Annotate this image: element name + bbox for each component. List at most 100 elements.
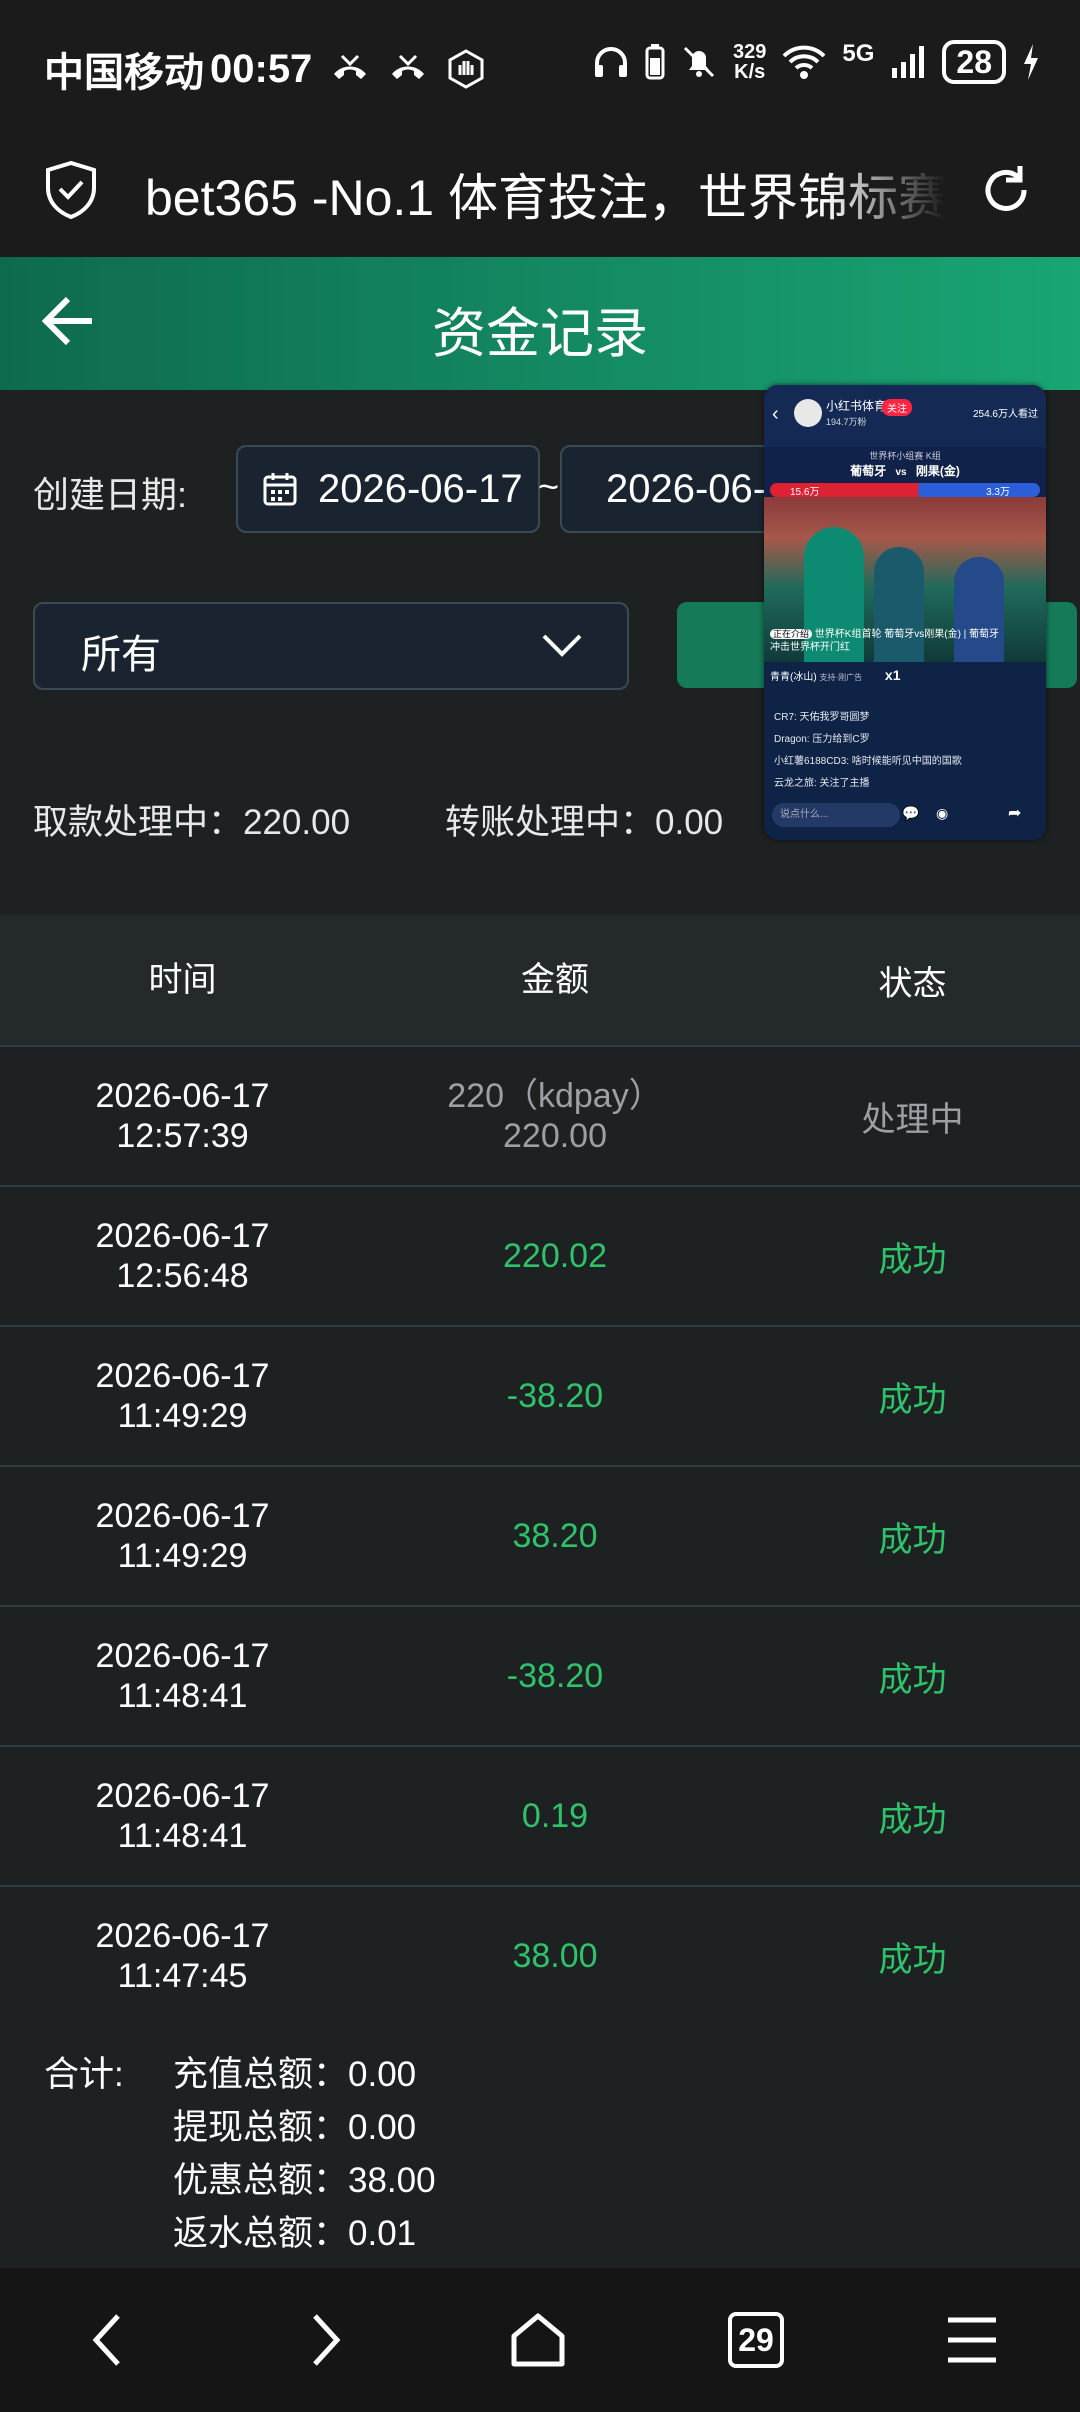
floating-video-window[interactable]: ‹ 小红书体育 194.7万粉 关注 254.6万人看过 世界杯小组赛 K组 葡… [764,385,1046,840]
row-time: 11:49:29 [117,1537,248,1575]
transfer-pending: 转账处理中：0.00 [445,803,724,842]
column-header-time: 时间 [148,961,217,999]
row-datetime: 2026-06-17 12:56:48 [0,1216,365,1296]
carrier-label: 中国移动 [44,51,204,95]
row-amount-value: 220（kdpay） [447,1077,663,1115]
row-time: 11:47:45 [117,1957,248,1995]
chevron-down-icon [542,634,582,657]
table-row[interactable]: 2026-06-17 12:57:39 220（kdpay） 220.00 处理中 [0,1047,1080,1187]
vs-label: vs [895,467,907,478]
team-b-votes: 3.3万 [986,487,1010,498]
team-a: 葡萄牙 [850,464,887,478]
video-caption: 正在介绍 世界杯K组首轮 葡萄牙vs刚果(金) | 葡萄牙冲击世界杯开门红 [770,628,1000,654]
back-icon[interactable] [88,2310,128,2370]
charging-icon [1024,44,1038,80]
row-datetime: 2026-06-17 11:48:41 [0,1776,365,1856]
row-datetime: 2026-06-17 11:49:29 [0,1356,365,1436]
page-header: 资金记录 [0,257,1080,390]
missed-call-icon [334,54,367,79]
totals-section: 合计: 充值总额：0.00 提现总额：0.00 优惠总额：38.00 返水总额：… [0,2022,1080,2268]
tabs-button[interactable]: 29 [728,2312,784,2368]
row-time: 12:57:39 [116,1117,249,1155]
row-datetime: 2026-06-17 11:47:45 [0,1916,365,1996]
row-datetime: 2026-06-17 11:48:41 [0,1636,365,1716]
team-b: 刚果(金) [915,464,960,478]
match-teams: 葡萄牙 vs 刚果(金) [764,462,1046,479]
row-time: 12:56:48 [116,1257,249,1295]
row-status: 成功 [878,1240,947,1279]
table-row[interactable]: 2026-06-17 11:48:41 0.19 成功 [0,1747,1080,1887]
match-info-bar: 世界杯小组赛 K组 葡萄牙 vs 刚果(金) 15.6万 3.3万 [764,447,1046,498]
comment-list: CR7: 天佑我罗哥圆梦 Dragon: 压力给到C罗 小红薯6188CD3: … [774,707,962,795]
row-date: 2026-06-17 [95,1777,270,1815]
bonus-total: 优惠总额：38.00 [173,2161,436,2200]
records-table: 时间 金额 状态 2026-06-17 12:57:39 220（kdpay） 220… [0,915,1080,2027]
network-speed: 329 K/s [733,42,766,82]
comment-item: CR7: 天佑我罗哥圆梦 [774,712,870,723]
share-icon[interactable]: ➦ [1008,803,1021,823]
shield-check-icon[interactable] [44,160,98,220]
row-status: 成功 [878,1940,947,1979]
row-amount-value: 220.02 [503,1237,607,1275]
comment-item: Dragon: 压力给到C罗 [774,734,870,745]
start-date-field[interactable]: 2026-06-17 [236,445,540,533]
row-datetime: 2026-06-17 11:49:29 [0,1496,365,1576]
table-row[interactable]: 2026-06-17 11:47:45 38.00 成功 [0,1887,1080,2027]
clock: 00:57 [210,46,313,91]
gift-icon[interactable]: ◉ [936,805,948,822]
table-row[interactable]: 2026-06-17 12:56:48 220.02 成功 [0,1187,1080,1327]
comment-item: 小红薯6188CD3: 啥时候能听见中国的国歌 [774,756,962,767]
battery-small-icon [645,44,665,80]
table-row[interactable]: 2026-06-17 11:49:29 -38.20 成功 [0,1327,1080,1467]
home-icon[interactable] [508,2310,568,2370]
status-bar: 中国移动 00:57 329 K/s 5G 28 [0,0,1080,130]
video-back-icon[interactable]: ‹ [772,403,779,426]
tabs-count: 29 [738,2322,774,2358]
chat-icon[interactable]: 💬 [902,805,919,822]
caption-tag: 正在介绍 [770,629,813,639]
host-subtitle: 支持·刚广告 [819,673,863,682]
channel-followers: 194.7万粉 [826,417,867,427]
speed-value: 329 [733,41,767,63]
menu-icon[interactable] [944,2310,1000,2370]
row-date: 2026-06-17 [95,1077,270,1115]
vote-bar: 15.6万 3.3万 [770,483,1040,498]
wifi-icon [782,45,826,79]
row-amount: 38.20 [365,1516,745,1556]
forward-icon[interactable] [305,2310,345,2370]
start-date-value: 2026-06-17 [318,466,523,511]
status-left: 中国移动 00:57 [44,40,486,98]
rebate-total: 返水总额：0.01 [173,2214,417,2253]
follow-button[interactable]: 关注 [882,399,912,416]
network-type: 5G [842,40,875,67]
type-select[interactable]: 所有 [33,602,629,690]
table-row[interactable]: 2026-06-17 11:48:41 -38.20 成功 [0,1607,1080,1747]
missed-call-icon-2 [392,54,425,79]
host-row: 青青(冰山) 支持·刚广告 x1 [770,667,900,683]
table-row[interactable]: 2026-06-17 11:49:29 38.20 成功 [0,1467,1080,1607]
refresh-icon[interactable] [976,160,1036,220]
end-date-value: 2026-06-17 [606,466,782,511]
withdraw-total: 提现总额：0.00 [173,2108,417,2147]
date-separator: ~ [538,466,560,507]
match-title: 世界杯小组赛 K组 [869,451,941,461]
status-right: 329 K/s 5G 28 [593,40,1040,84]
row-amount-value: 38.00 [512,1937,598,1975]
comment-input[interactable]: 说点什么... [772,803,900,827]
row-status: 处理中 [861,1100,964,1139]
withdraw-pending: 取款处理中：220.00 [33,803,351,842]
row-amount: 220.02 [365,1236,745,1276]
row-status: 成功 [878,1660,947,1699]
type-select-value: 所有 [81,633,161,677]
comment-item: 云龙之旅: 关注了主播 [774,778,870,789]
table-body: 2026-06-17 12:57:39 220（kdpay） 220.00 处理中 202… [0,1047,1080,2027]
hand-icon [448,49,484,89]
row-status: 成功 [878,1520,947,1559]
row-datetime: 2026-06-17 12:57:39 [0,1076,365,1156]
row-time: 11:49:29 [117,1397,248,1435]
row-status: 成功 [878,1380,947,1419]
battery-level: 28 [942,40,1006,84]
signal-icon [892,46,925,78]
page-url-title[interactable]: bet365 -No.1 体育投注，世界锦标赛 [145,158,945,230]
end-date-field[interactable]: 2026-06-17 [560,445,784,533]
